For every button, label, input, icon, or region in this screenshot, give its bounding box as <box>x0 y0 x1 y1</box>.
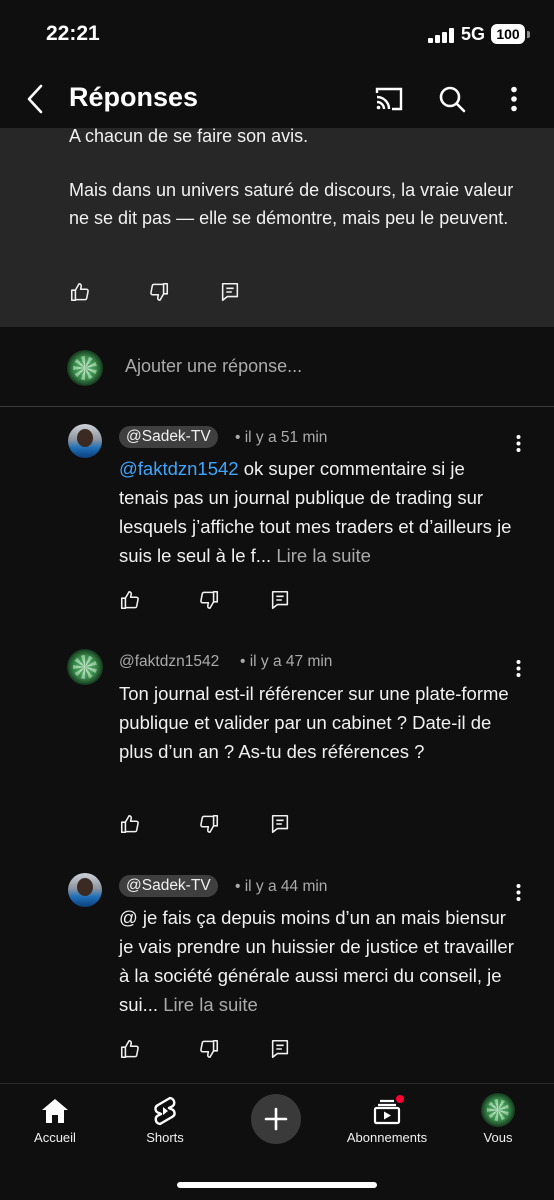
like-button[interactable] <box>112 1033 148 1065</box>
status-time: 22:21 <box>46 22 100 45</box>
parent-comment-text: Mais dans un univers saturé de discours,… <box>69 180 514 228</box>
author-handle[interactable]: @Sadek-TV <box>119 875 218 897</box>
comment-icon <box>271 814 289 834</box>
reply-body: Ton journal est-il référencer sur une pl… <box>119 683 509 762</box>
like-button[interactable] <box>112 808 148 840</box>
parent-comment: A chacun de se faire son avis. Mais dans… <box>0 112 554 327</box>
top-app-bar: Réponses <box>0 70 554 128</box>
signal-icon <box>428 27 454 43</box>
author-avatar[interactable] <box>68 424 102 458</box>
comment-icon <box>271 1039 289 1059</box>
read-more-link[interactable]: Lire la suite <box>163 994 258 1015</box>
reply-timestamp: • il y a 51 min <box>235 429 328 446</box>
thumbs-down-icon <box>200 1039 219 1059</box>
create-button[interactable] <box>251 1094 301 1144</box>
author-handle[interactable]: @Sadek-TV <box>119 426 218 448</box>
nav-home[interactable]: Accueil <box>5 1084 105 1164</box>
dislike-button[interactable] <box>141 276 177 308</box>
read-more-link[interactable]: Lire la suite <box>276 545 371 566</box>
plus-icon <box>264 1107 288 1131</box>
page-title: Réponses <box>69 82 199 112</box>
thumbs-up-icon <box>120 590 139 610</box>
comment-icon <box>221 282 239 302</box>
reply-button[interactable] <box>262 808 298 840</box>
battery-icon: 100 <box>491 24 525 44</box>
author-avatar[interactable] <box>68 873 102 907</box>
dislike-button[interactable] <box>191 808 227 840</box>
search-icon <box>439 86 466 113</box>
divider <box>0 406 554 407</box>
battery-nub <box>527 31 530 38</box>
nav-home-label: Accueil <box>34 1130 76 1145</box>
thumbs-up-icon <box>70 282 89 302</box>
reply-text: @faktdzn1542 ok super commentaire si je … <box>119 454 519 570</box>
like-button[interactable] <box>112 584 148 616</box>
back-arrow-icon <box>27 84 43 114</box>
dislike-button[interactable] <box>191 584 227 616</box>
nav-you[interactable]: Vous <box>448 1084 548 1164</box>
back-button[interactable] <box>18 80 52 118</box>
home-indicator <box>177 1182 377 1188</box>
thumbs-up-icon <box>120 814 139 834</box>
nav-shorts[interactable]: Shorts <box>115 1084 215 1164</box>
author-avatar[interactable] <box>67 649 103 685</box>
search-button[interactable] <box>432 80 472 118</box>
nav-shorts-label: Shorts <box>146 1130 184 1145</box>
thumbs-down-icon <box>150 282 169 302</box>
add-reply-input[interactable]: Ajouter une réponse... <box>125 356 302 377</box>
network-type: 5G <box>461 24 486 44</box>
comment-icon <box>271 590 289 610</box>
reply-timestamp: • il y a 44 min <box>235 878 328 895</box>
more-options-button[interactable] <box>494 80 534 118</box>
nav-subscriptions[interactable]: Abonnements <box>337 1084 437 1164</box>
cast-icon <box>375 87 403 111</box>
reply-button[interactable] <box>262 584 298 616</box>
dislike-button[interactable] <box>191 1033 227 1065</box>
notification-dot <box>395 1094 405 1104</box>
thumbs-down-icon <box>200 590 219 610</box>
reply-text: @ je fais ça depuis moins d’un an mais b… <box>119 903 519 1019</box>
more-vertical-icon <box>516 883 520 901</box>
reply-timestamp: • il y a 47 min <box>240 653 333 670</box>
thumbs-down-icon <box>200 814 219 834</box>
reply-button[interactable] <box>262 1033 298 1065</box>
more-vertical-icon <box>516 434 520 452</box>
thumbs-up-icon <box>120 1039 139 1059</box>
reply-button[interactable] <box>212 276 248 308</box>
current-user-avatar <box>67 350 103 386</box>
more-vertical-icon <box>511 86 517 112</box>
nav-you-label: Vous <box>483 1130 513 1145</box>
author-handle[interactable]: @faktdzn1542 <box>119 653 219 671</box>
like-button[interactable] <box>62 276 98 308</box>
status-bar: 22:21 5G 100 <box>0 0 554 70</box>
more-vertical-icon <box>516 659 520 677</box>
home-icon <box>5 1094 105 1128</box>
shorts-icon <box>115 1094 215 1128</box>
mention-link[interactable]: @faktdzn1542 <box>119 458 239 479</box>
subscriptions-icon <box>337 1094 437 1128</box>
cast-button[interactable] <box>369 80 409 118</box>
nav-subscriptions-label: Abonnements <box>346 1130 428 1145</box>
avatar <box>481 1093 515 1127</box>
